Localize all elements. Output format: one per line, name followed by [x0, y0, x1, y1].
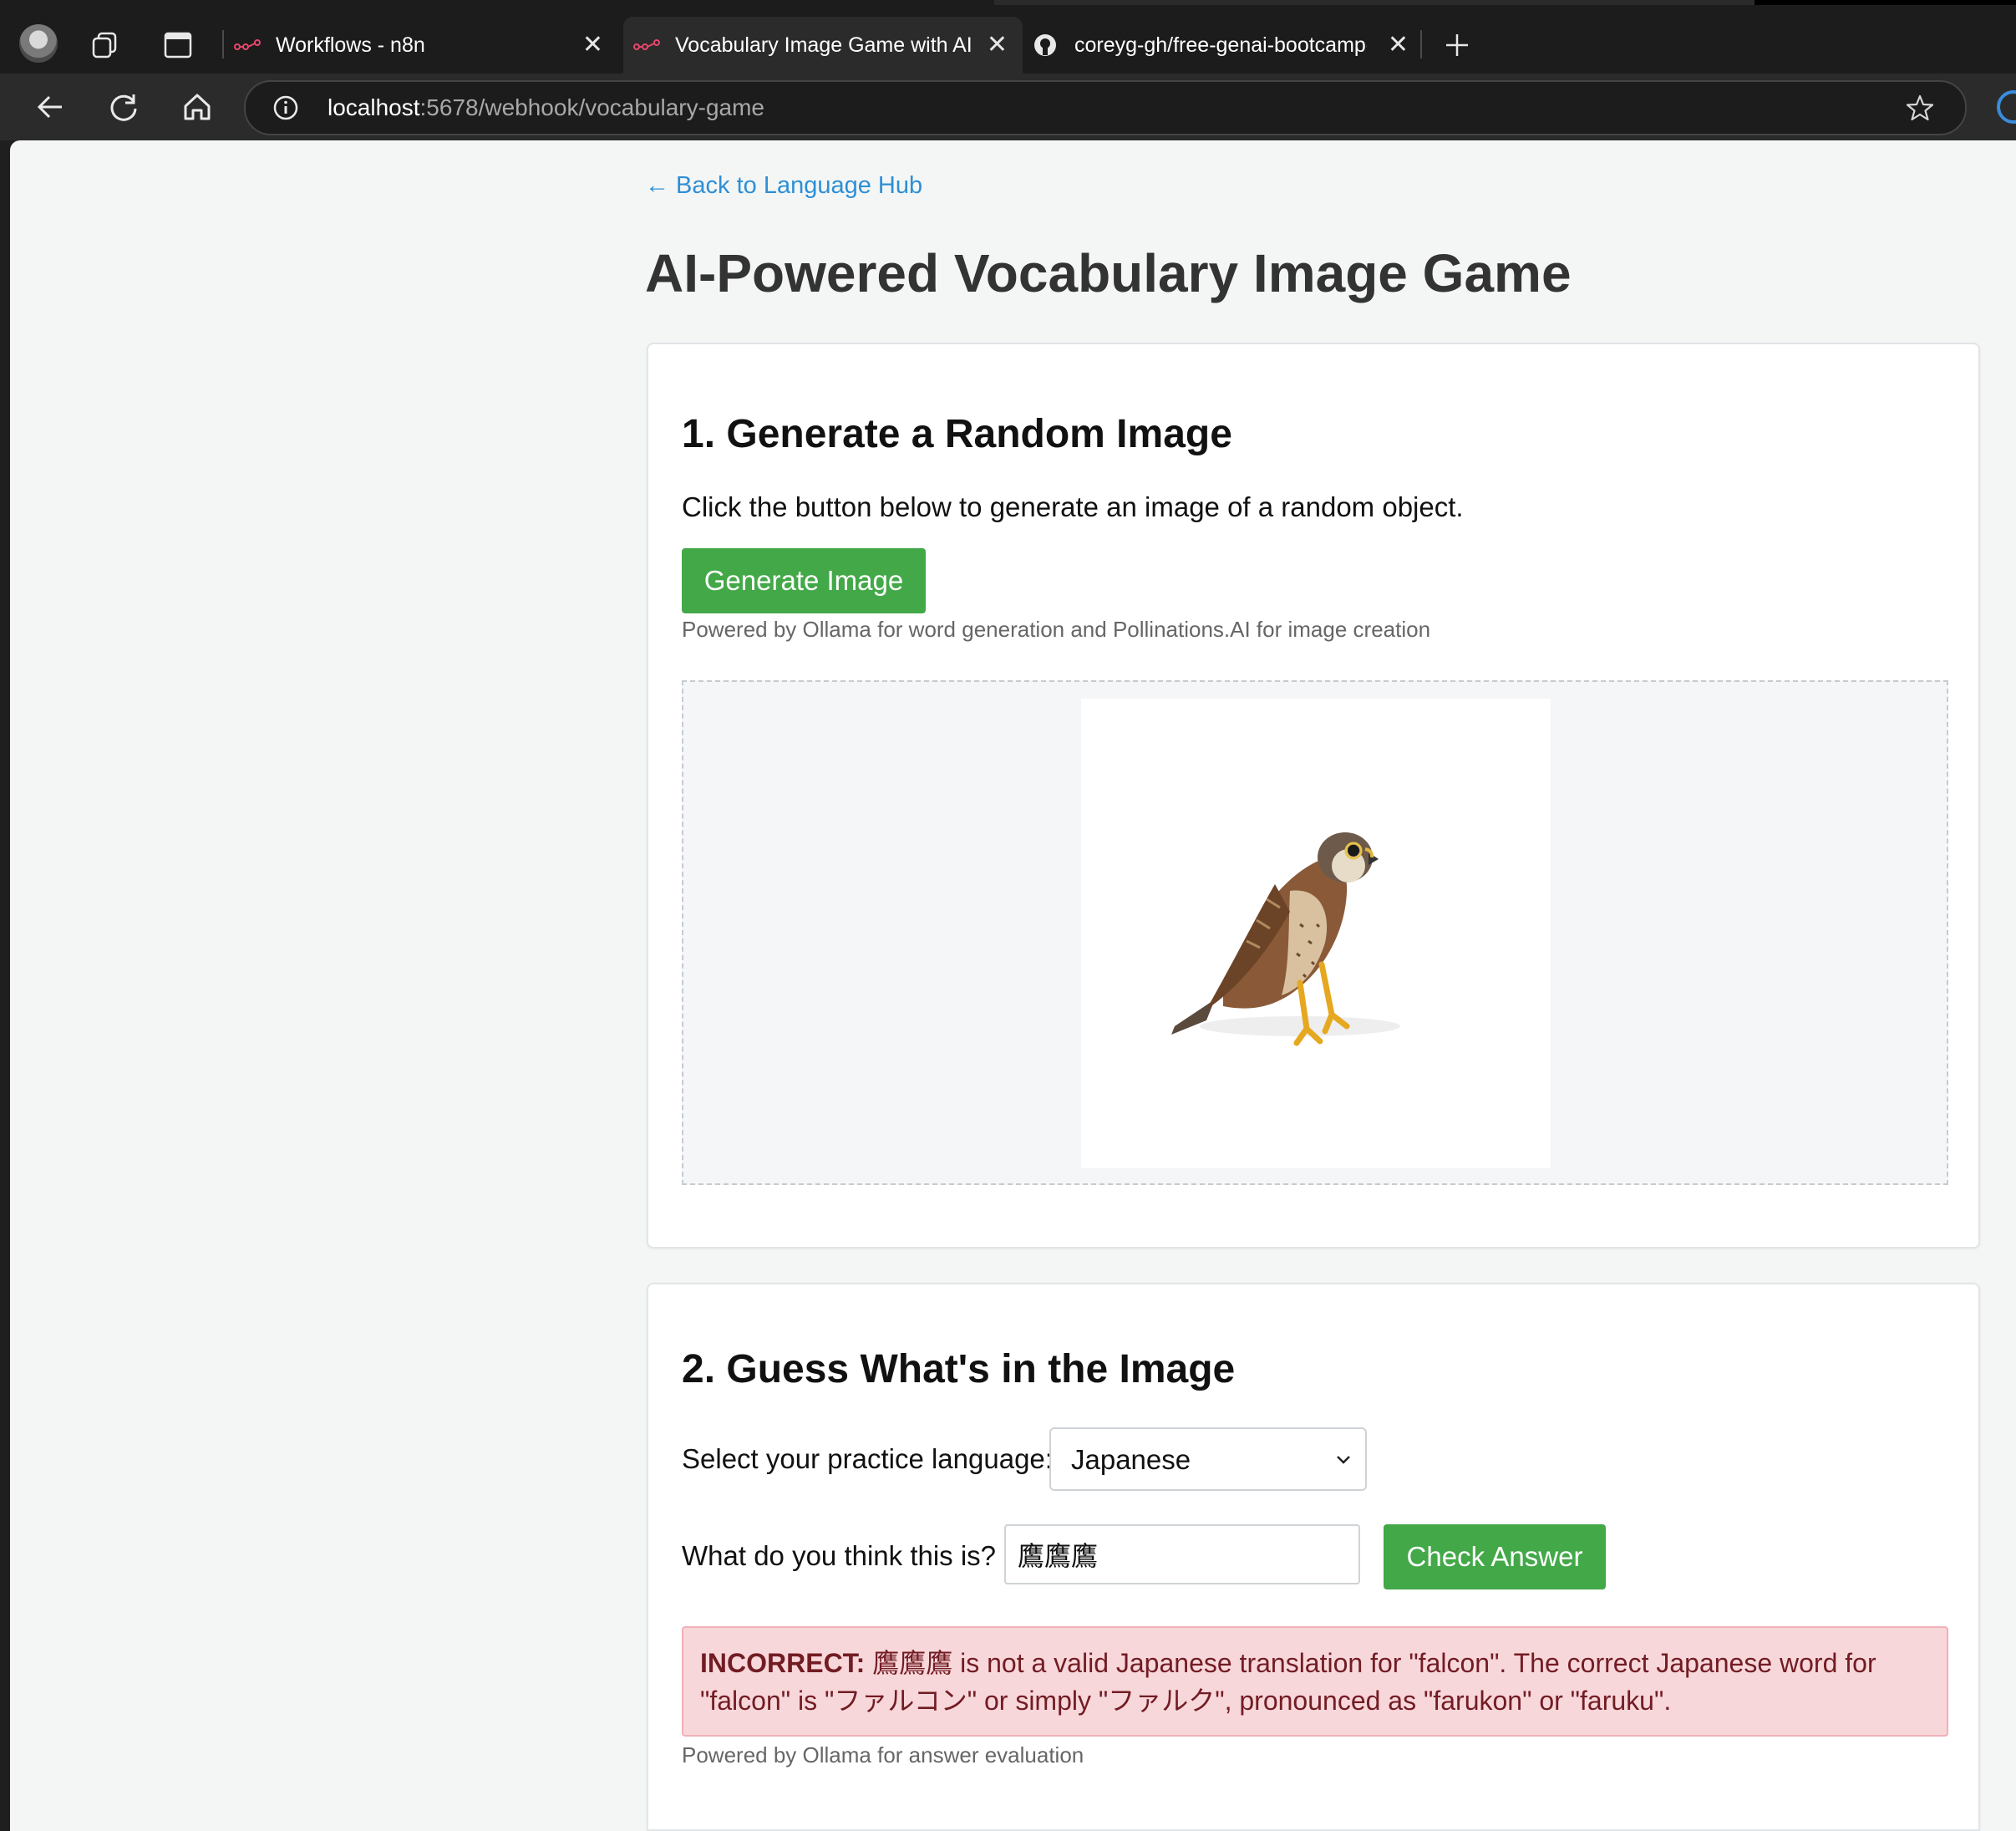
close-tab-icon[interactable]: ✕ [1388, 33, 1409, 58]
n8n-icon [633, 37, 662, 53]
chevron-down-icon [1337, 1456, 1350, 1464]
page-viewport: ← Back to Language Hub AI-Powered Vocabu… [10, 140, 2016, 1831]
new-tab-icon[interactable] [1444, 32, 1470, 58]
tab-separator [1420, 30, 1422, 58]
language-selected-value: Japanese [1071, 1444, 1191, 1475]
result-status: INCORRECT: [700, 1648, 866, 1678]
site-info-icon[interactable] [272, 94, 299, 121]
browser-tab-bar: Workflows - n8n ✕ Vocabulary Image Game … [0, 0, 2016, 74]
back-arrow-icon[interactable] [27, 84, 74, 130]
tabbar-top-edge-dark [1754, 0, 2016, 5]
powered-by-note: Powered by Ollama for word generation an… [682, 617, 1431, 642]
result-message: INCORRECT: 鷹鷹鷹 is not a valid Japanese t… [682, 1626, 1948, 1737]
refresh-icon[interactable] [100, 84, 147, 130]
result-text: 鷹鷹鷹 is not a valid Japanese translation … [700, 1648, 1876, 1716]
favorite-star-icon[interactable] [1905, 93, 1935, 123]
n8n-icon [234, 37, 262, 53]
back-to-hub-link[interactable]: ← Back to Language Hub [645, 172, 922, 200]
generated-image [1081, 699, 1551, 1168]
vertical-tabs-icon[interactable] [164, 32, 192, 58]
generate-image-card: 1. Generate a Random Image Click the but… [647, 343, 1980, 1249]
check-answer-button[interactable]: Check Answer [1384, 1524, 1606, 1589]
address-bar[interactable]: localhost:5678/webhook/vocabulary-game [244, 80, 1967, 135]
github-icon [1033, 34, 1061, 56]
url-path: :5678/webhook/vocabulary-game [419, 94, 764, 120]
guess-card: 2. Guess What's in the Image Select your… [647, 1283, 1980, 1831]
generate-image-button[interactable]: Generate Image [682, 548, 926, 613]
language-select[interactable]: Japanese [1049, 1427, 1367, 1491]
browser-toolbar: localhost:5678/webhook/vocabulary-game [0, 74, 2016, 140]
page-title: AI-Powered Vocabulary Image Game [645, 243, 1572, 303]
guess-label: What do you think this is? [682, 1540, 997, 1571]
section-description: Click the button below to generate an im… [682, 491, 1464, 522]
home-icon[interactable] [174, 84, 221, 130]
workspaces-icon[interactable] [90, 30, 120, 60]
extension-icon[interactable] [1997, 90, 2016, 124]
tabbar-top-edge [994, 0, 1754, 5]
close-tab-icon[interactable]: ✕ [582, 33, 603, 58]
language-label: Select your practice language: [682, 1443, 1053, 1474]
powered-by-note: Powered by Ollama for answer evaluation [682, 1742, 1084, 1767]
falcon-image [1171, 832, 1400, 1046]
section-heading: 1. Generate a Random Image [682, 412, 1232, 456]
tab-github-repo[interactable]: coreyg-gh/free-genai-bootcamp- ✕ [1029, 17, 1424, 74]
url-host: localhost [328, 94, 420, 120]
section-heading: 2. Guess What's in the Image [682, 1347, 1236, 1391]
tab-vocabulary-game[interactable]: Vocabulary Image Game with AI ✕ [623, 17, 1023, 74]
tab-workflows-n8n[interactable]: Workflows - n8n ✕ [227, 17, 618, 74]
url-text[interactable]: localhost:5678/webhook/vocabulary-game [328, 94, 764, 121]
guess-input[interactable] [1004, 1524, 1360, 1584]
close-tab-icon[interactable]: ✕ [987, 33, 1008, 58]
tab-title: Vocabulary Image Game with AI [675, 33, 972, 57]
tab-title: coreyg-gh/free-genai-bootcamp- [1074, 33, 1367, 57]
tab-title: Workflows - n8n [276, 33, 425, 57]
profile-avatar[interactable] [19, 24, 58, 63]
tab-separator [222, 30, 224, 58]
image-container [682, 680, 1948, 1185]
